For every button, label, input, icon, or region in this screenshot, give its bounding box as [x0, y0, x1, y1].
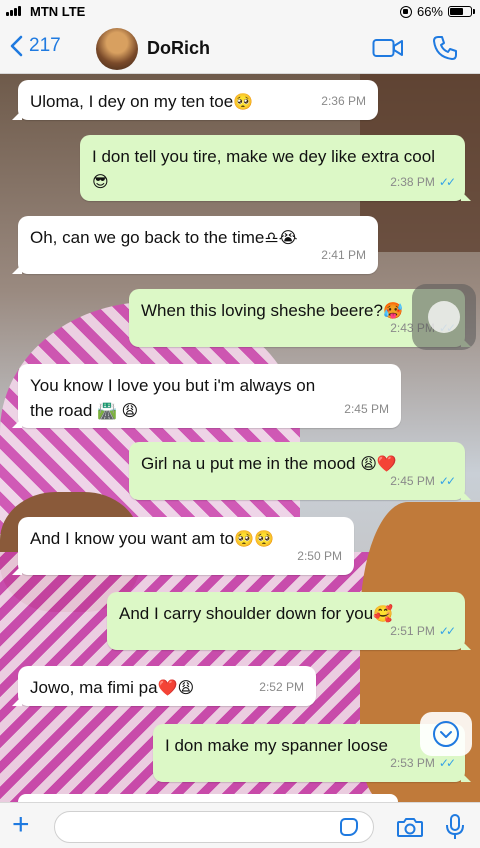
message-emoji: 🥺🥺 [234, 531, 274, 548]
message-text: I don tell you tire, make we dey like ex… [92, 147, 435, 166]
battery-percent: 66% [416, 4, 443, 19]
message-emoji: 😎 [92, 174, 109, 191]
message-incoming[interactable]: Jowo, ma fimi pa❤️😩 2:52 PM [12, 666, 316, 706]
read-ticks-icon: ✓✓ [438, 175, 456, 189]
message-time: 2:52 PM [259, 680, 304, 694]
message-input[interactable] [54, 811, 374, 843]
message-incoming[interactable]: Uloma, I dey on my ten toe🥺 2:36 PM [12, 80, 378, 120]
mic-icon[interactable] [444, 814, 466, 840]
message-emoji: 🛣️ 😩 [97, 403, 139, 420]
assistive-touch-button[interactable] [412, 284, 476, 350]
message-outgoing[interactable]: Girl na u put me in the mood 😩❤️ 2:45 PM… [129, 442, 471, 500]
chevron-left-icon [10, 35, 23, 57]
message-text: Jowo, ma fimi pa [30, 678, 158, 697]
message-text: And I carry shoulder down for you [119, 604, 374, 623]
carrier-label: MTN LTE [30, 4, 86, 19]
chat-header: 217 DoRich [0, 24, 480, 74]
message-time: 2:51 PM [390, 624, 435, 638]
message-time: 2:45 PM [344, 402, 389, 416]
battery-icon [448, 6, 475, 17]
message-time: 2:38 PM [390, 175, 435, 189]
avatar[interactable] [96, 28, 138, 70]
message-text: You know I love you but i'm always on th… [30, 376, 316, 420]
message-emoji: 🥺 [233, 94, 254, 111]
message-incoming[interactable]: And I know you want am to🥺🥺 2:50 PM [12, 517, 354, 575]
message-incoming-partial [18, 794, 398, 802]
message-text: Oh, can we go back to the time [30, 228, 265, 247]
message-time: 2:36 PM [321, 94, 366, 108]
camera-icon[interactable] [396, 816, 424, 838]
read-ticks-icon: ✓✓ [438, 756, 456, 770]
message-emoji: ♎😭 [264, 230, 298, 247]
unread-count: 217 [29, 35, 61, 56]
chevron-down-icon [433, 721, 459, 747]
message-emoji: ❤️😩 [157, 680, 195, 697]
plus-icon[interactable]: + [12, 810, 30, 840]
message-time: 2:50 PM [297, 549, 342, 563]
message-text: And I know you want am to [30, 529, 235, 548]
sticker-icon[interactable] [340, 818, 358, 836]
message-incoming[interactable]: You know I love you but i'm always on th… [12, 364, 401, 428]
back-button[interactable]: 217 [10, 35, 61, 57]
message-text: When this loving sheshe beere? [141, 301, 383, 320]
message-time: 2:41 PM [321, 248, 366, 262]
contact-name[interactable]: DoRich [147, 38, 210, 59]
message-list[interactable]: Uloma, I dey on my ten toe🥺 2:36 PM I do… [0, 74, 480, 802]
message-outgoing[interactable]: I don make my spanner loose 2:53 PM ✓✓ [153, 724, 471, 782]
read-ticks-icon: ✓✓ [438, 624, 456, 638]
status-bar: MTN LTE 66% [0, 0, 480, 24]
message-outgoing[interactable]: I don tell you tire, make we dey like ex… [80, 135, 471, 201]
message-incoming[interactable]: Oh, can we go back to the time♎😭 2:41 PM [12, 216, 378, 274]
message-time: 2:53 PM [390, 756, 435, 770]
message-outgoing[interactable]: And I carry shoulder down for you🥰 2:51 … [107, 592, 471, 650]
phone-icon[interactable] [432, 35, 458, 61]
signal-icon [6, 6, 21, 16]
message-composer: + [0, 802, 480, 848]
message-time: 2:45 PM [390, 474, 435, 488]
scroll-to-bottom-button[interactable] [420, 712, 472, 756]
message-text: I don make my spanner loose [165, 736, 389, 755]
read-ticks-icon: ✓✓ [438, 474, 456, 488]
video-icon[interactable] [372, 37, 404, 59]
message-text: Girl na u put me in the mood [141, 454, 356, 473]
orientation-lock-icon [399, 5, 412, 18]
message-text: Uloma, I dey on my ten toe [30, 92, 234, 111]
